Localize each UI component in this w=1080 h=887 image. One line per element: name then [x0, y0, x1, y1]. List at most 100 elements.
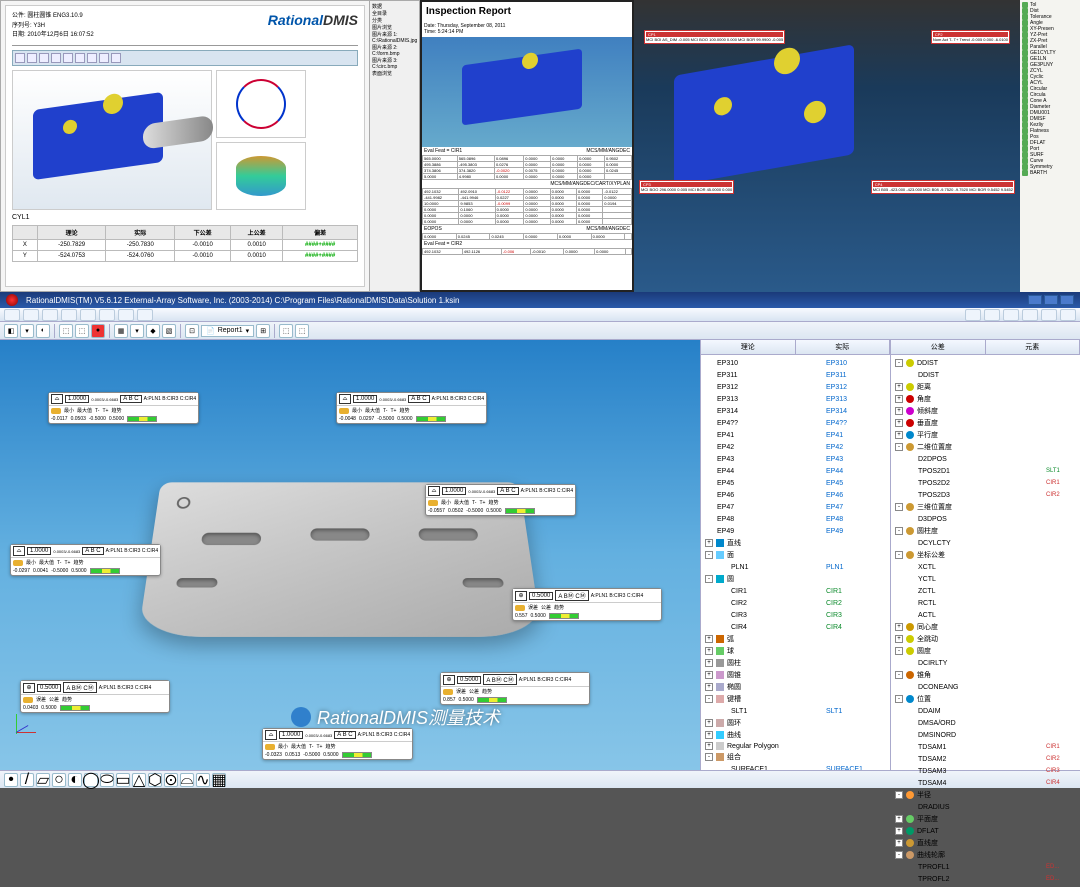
callout-cp2[interactable]: CP2Nom Act T- T+ Trend -0.005 0.000 -6.0… — [931, 30, 1010, 44]
feature-label: CYL1 — [12, 214, 358, 221]
field-value: 2010年12月6日 16:07:52 — [27, 32, 93, 38]
tolerance-row[interactable]: -锥角 — [893, 669, 1078, 681]
tolerance-row[interactable]: -位置 — [893, 693, 1078, 705]
tolerance-row[interactable]: -DDIST — [893, 357, 1078, 369]
axis-gizmo — [8, 712, 38, 742]
close-button[interactable] — [1060, 295, 1074, 305]
3d-viewport[interactable]: ⌓1.00000.0003/-0.6683A B CA:PLN1 B:CIR3 … — [0, 340, 700, 770]
brand-logo: RationalDMIS — [268, 12, 358, 41]
tolerance-row[interactable]: +距离 — [893, 381, 1078, 393]
tolerance-row[interactable]: -半径 — [893, 789, 1078, 801]
main-render-view[interactable] — [12, 70, 212, 210]
gdt-balloon[interactable]: ⌓1.00000.0003/-0.6683A B CA:PLN1 B:CIR3 … — [425, 484, 576, 516]
gdt-balloon[interactable]: ⌓1.00000.0003/-0.6683A B CA:PLN1 B:CIR3 … — [48, 392, 199, 424]
feature-group[interactable]: +弧 — [703, 633, 888, 645]
tolerance-row[interactable]: -圆柱度 — [893, 525, 1078, 537]
gdt-balloon[interactable]: ⌓1.00000.0003/-0.6683A B CA:PLN1 B:CIR3 … — [336, 392, 487, 424]
gdt-balloon[interactable]: ⊕0.5000A BⓂ CⓂA:PLN1 B:CIR3 C:CIR4误差公差趋势… — [512, 588, 662, 621]
tolerance-row[interactable]: -坐标公差 — [893, 549, 1078, 561]
tolerance-row[interactable]: +DFLAT — [893, 825, 1078, 837]
title-bar[interactable]: RationalDMIS(TM) V5.6.12 External-Array … — [0, 292, 1080, 308]
feature-group[interactable]: -组合 — [703, 751, 888, 763]
field-label: 序列号: — [12, 23, 32, 29]
callout-cp1[interactable]: CP1MCI BOI AS_DIM -0.005 MCI BOO 100.000… — [644, 30, 785, 44]
tolerance-row[interactable]: +平行度 — [893, 429, 1078, 441]
tolerance-row[interactable]: +同心度 — [893, 621, 1078, 633]
ribbon-tabs[interactable] — [0, 308, 1080, 322]
feature-group[interactable]: -圆 — [703, 573, 888, 585]
feature-row[interactable]: EP4??EP4?? — [703, 417, 888, 429]
feature-row[interactable]: EP311EP311 — [703, 369, 888, 381]
callout-cp3[interactable]: CP3MCI BOO 296.0000 0.005 MCI BOR 45.000… — [639, 180, 734, 194]
gdt-balloon[interactable]: ⊕0.5000A BⓂ CⓂA:PLN1 B:CIR3 C:CIR4误差公差趋势… — [20, 680, 170, 713]
window-title: RationalDMIS(TM) V5.6.12 External-Array … — [26, 296, 460, 305]
callout-cp4[interactable]: CP4MCI B05 -423.000 -423.000 MCI B08 -9.… — [871, 180, 1015, 194]
feature-group[interactable]: -面 — [703, 549, 888, 561]
feature-group[interactable]: +球 — [703, 645, 888, 657]
tolerance-row[interactable]: -三维位置度 — [893, 501, 1078, 513]
feature-row[interactable]: EP44EP44 — [703, 465, 888, 477]
gdt-balloon[interactable]: ⌓1.00000.0003/-0.6683A B CA:PLN1 B:CIR3 … — [262, 728, 413, 760]
app-icon — [6, 294, 18, 306]
feature-row[interactable]: EP43EP43 — [703, 453, 888, 465]
feature-row[interactable]: EP312EP312 — [703, 381, 888, 393]
tolerance-row[interactable]: +倾斜度 — [893, 405, 1078, 417]
tolerance-row[interactable]: -曲线轮廓 — [893, 849, 1078, 861]
gdt-balloon[interactable]: ⊕0.5000A BⓂ CⓂA:PLN1 B:CIR3 C:CIR4误差公差趋势… — [440, 672, 590, 705]
feature-group[interactable]: +曲线 — [703, 729, 888, 741]
cylinder-plot[interactable] — [216, 142, 306, 210]
tolerance-panel[interactable]: 公差元素 -DDISTDDIST+距离+角度+倾斜度+垂直度+平行度-二维位置度… — [890, 340, 1080, 770]
feature-row[interactable]: EP310EP310 — [703, 357, 888, 369]
tolerance-row[interactable]: +垂直度 — [893, 417, 1078, 429]
feature-group[interactable]: +直线 — [703, 537, 888, 549]
report-document: 公件: 圆柱圆锥 ENG3.10.9 序列号: Y3H 日期: 2010年12月… — [5, 5, 365, 287]
maximize-button[interactable] — [1044, 295, 1058, 305]
feature-group[interactable]: +椭圆 — [703, 681, 888, 693]
feature-group[interactable]: +圆柱 — [703, 657, 888, 669]
feature-row[interactable]: EP48EP48 — [703, 513, 888, 525]
main-application: RationalDMIS(TM) V5.6.12 External-Array … — [0, 292, 1080, 788]
tolerance-row[interactable]: +平面度 — [893, 813, 1078, 825]
feature-row[interactable]: EP46EP46 — [703, 489, 888, 501]
feature-group[interactable]: +圆环 — [703, 717, 888, 729]
tolerance-tree[interactable]: TolDistToleranceAngleXY-PresenYZ-PretZX-… — [1020, 0, 1080, 292]
report-dropdown[interactable]: 📄Report1▾ — [201, 325, 254, 337]
results-table: 理论实际下公差上公差偏差 X-250.7829-250.7830-0.00100… — [12, 225, 358, 262]
tolerance-row[interactable]: -圆度 — [893, 645, 1078, 657]
feature-row[interactable]: EP313EP313 — [703, 393, 888, 405]
tolerance-row[interactable]: -二维位置度 — [893, 441, 1078, 453]
circle-plot[interactable] — [216, 70, 306, 138]
mini-toolbar[interactable] — [12, 50, 358, 66]
features-panel[interactable]: 理论实际 EP310EP310EP311EP311EP312EP312EP313… — [700, 340, 890, 770]
inspection-3d-view[interactable]: CP1MCI BOI AS_DIM -0.005 MCI BOO 100.000… — [634, 0, 1020, 292]
feature-row[interactable]: EP45EP45 — [703, 477, 888, 489]
main-toolbar[interactable]: ◧▾◐ ⬚⬚● ▦▾◆▧ ⊡📄Report1▾ ⊞⬚⬚ — [0, 322, 1080, 340]
report-left-panel: 公件: 圆柱圆锥 ENG3.10.9 序列号: Y3H 日期: 2010年12月… — [0, 0, 420, 292]
feature-row[interactable]: EP49EP49 — [703, 525, 888, 537]
feature-group[interactable]: +Regular Polygon — [703, 741, 888, 751]
tolerance-row[interactable]: +全跳动 — [893, 633, 1078, 645]
feature-row[interactable]: EP314EP314 — [703, 405, 888, 417]
feature-group[interactable]: -键槽 — [703, 693, 888, 705]
feature-group[interactable]: +圆锥 — [703, 669, 888, 681]
tool-3d[interactable]: ◧ — [4, 324, 18, 338]
feature-row[interactable]: EP42EP42 — [703, 441, 888, 453]
field-value: Y3H — [33, 23, 45, 29]
ribbon-btn[interactable] — [4, 309, 20, 321]
inspection-report-doc: Inspection Report Date: Thursday, Septem… — [422, 2, 632, 290]
left-tree[interactable]: 数据全目录分类图片浏览图片来源 1: C:\RationalDMIS.jpg图片… — [369, 1, 419, 291]
feature-row[interactable]: EP47EP47 — [703, 501, 888, 513]
feature-row[interactable]: EP41EP41 — [703, 429, 888, 441]
watermark: RationalDMIS测量技术 — [291, 704, 500, 730]
gdt-balloon[interactable]: ⌓1.00000.0003/-0.6683A B CA:PLN1 B:CIR3 … — [10, 544, 161, 576]
minimize-button[interactable] — [1028, 295, 1042, 305]
col-elem: 元素 — [986, 340, 1080, 354]
field-label: 公件: — [12, 13, 26, 19]
tolerance-row[interactable]: +角度 — [893, 393, 1078, 405]
field-value: 圆柱圆锥 ENG3.10.9 — [27, 13, 82, 19]
col-tol: 公差 — [891, 340, 986, 354]
field-label: 日期: — [12, 32, 26, 38]
tolerance-row[interactable]: +直线度 — [893, 837, 1078, 849]
report-right-panel: Inspection Report Date: Thursday, Septem… — [420, 0, 1080, 292]
col-nominal: 理论 — [701, 340, 796, 354]
